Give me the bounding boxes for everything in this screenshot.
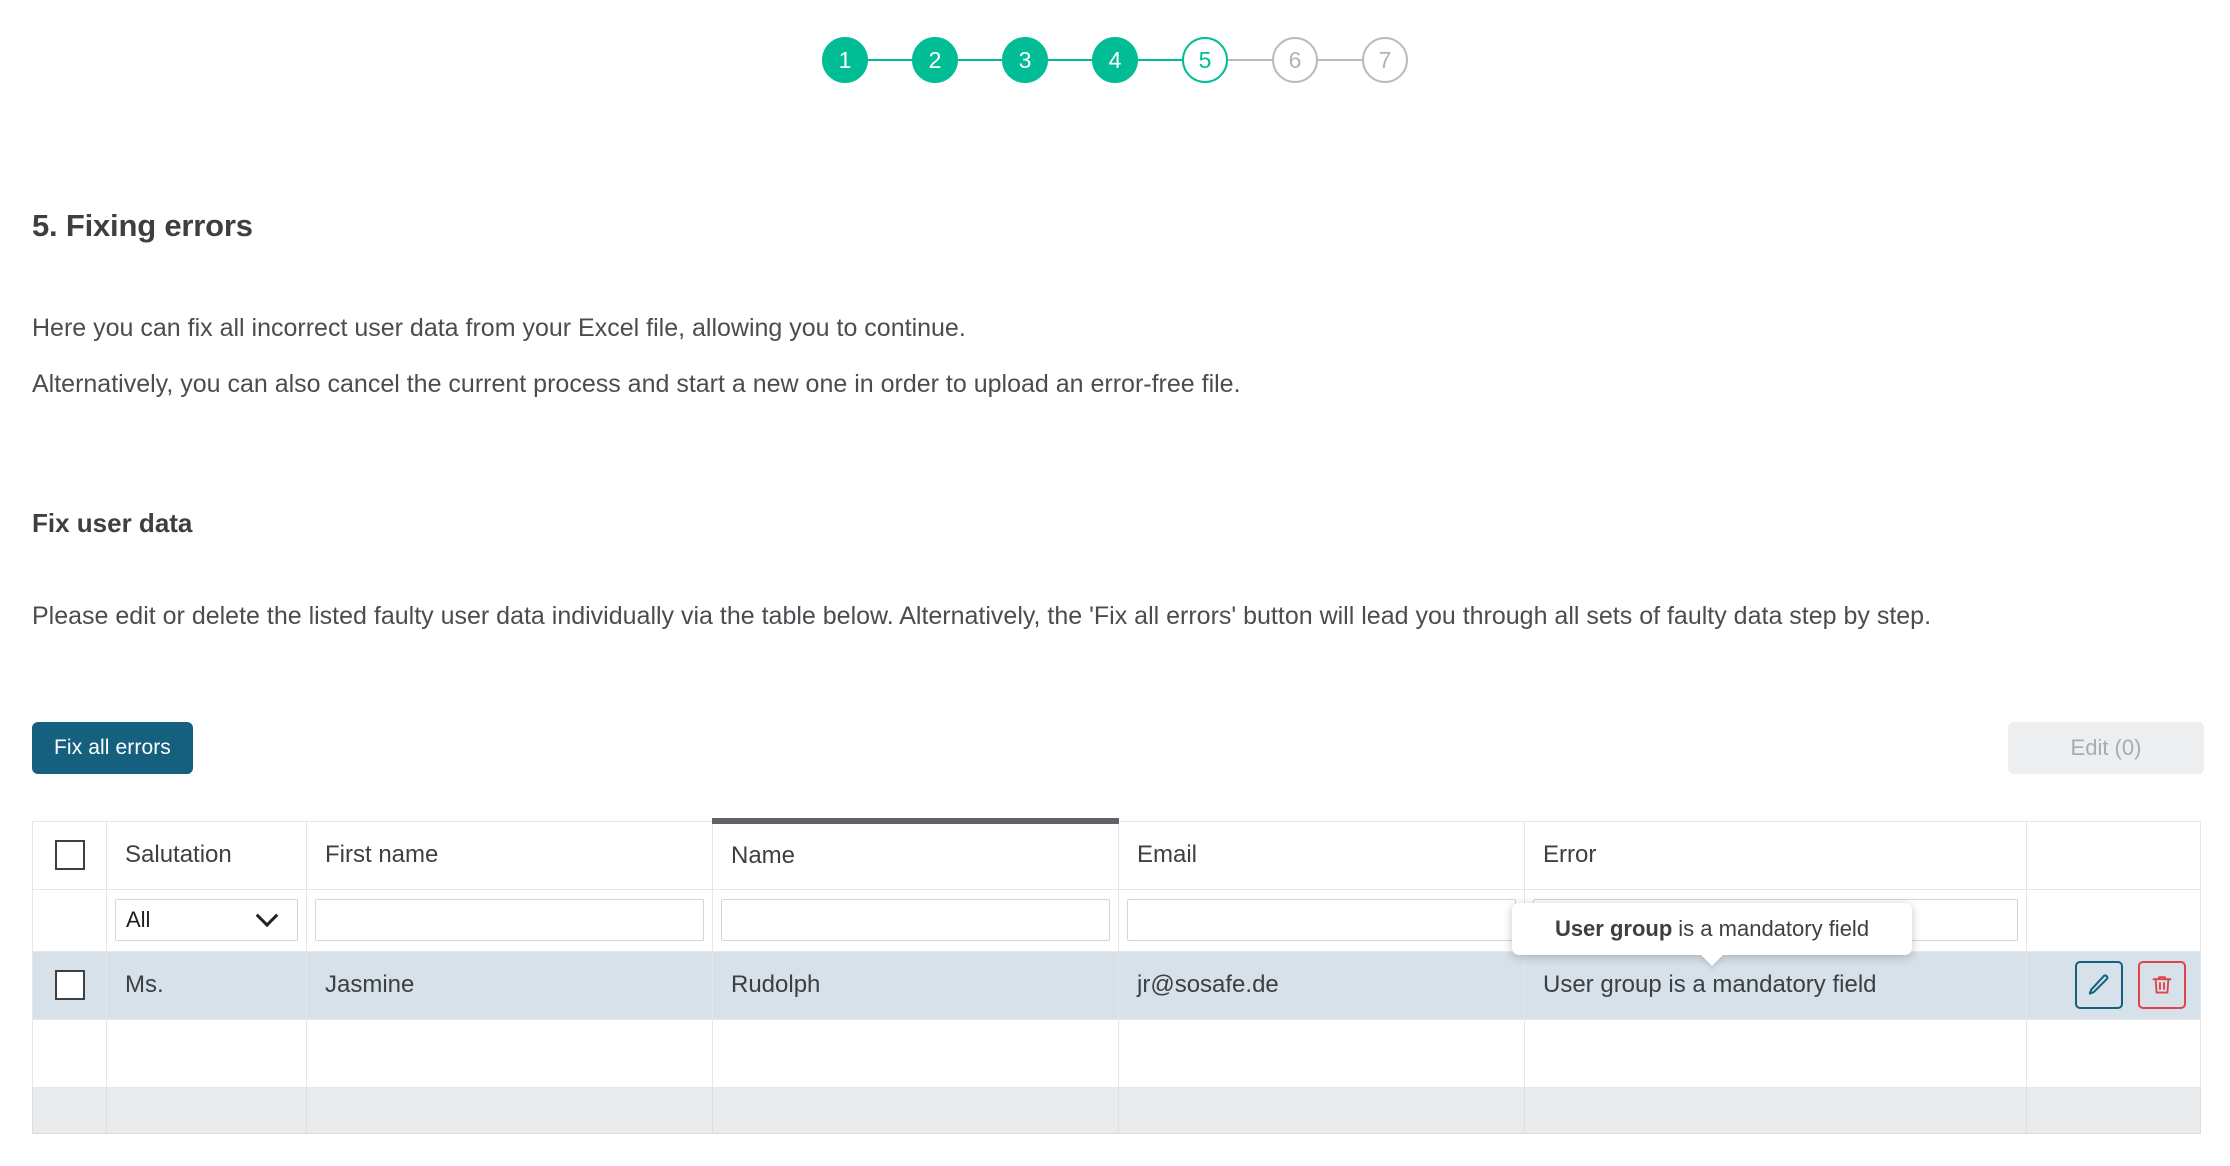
stepper-connector-4 — [1138, 59, 1182, 61]
subsection-title: Fix user data — [32, 508, 192, 539]
stepper-step-5[interactable]: 5 — [1182, 37, 1228, 83]
filter-cell-checkbox — [33, 889, 107, 951]
name-filter-input[interactable] — [721, 899, 1110, 941]
tail-cell-actions — [2027, 1087, 2201, 1133]
filter-cell-actions — [2027, 889, 2201, 951]
cell-actions — [2027, 951, 2201, 1019]
error-tooltip: User group is a mandatory field — [1512, 903, 1912, 955]
empty-cell-first-name — [307, 1019, 713, 1087]
table-row[interactable]: Ms. Jasmine Rudolph jr@sosafe.de User gr… — [33, 951, 2201, 1019]
filter-cell-salutation[interactable]: All — [107, 889, 307, 951]
pencil-icon — [2086, 972, 2112, 998]
first-name-filter-input[interactable] — [315, 899, 704, 941]
column-header-salutation[interactable]: Salutation — [107, 821, 307, 889]
column-header-name[interactable]: Name — [713, 821, 1119, 889]
stepper-connector-5 — [1228, 59, 1272, 61]
cell-error: User group is a mandatory field — [1525, 951, 2027, 1019]
email-filter-input[interactable] — [1127, 899, 1516, 941]
salutation-filter-value: All — [126, 907, 150, 933]
trash-icon — [2150, 973, 2174, 997]
edit-row-button[interactable] — [2075, 961, 2123, 1009]
chevron-down-icon — [256, 904, 279, 927]
column-header-actions — [2027, 821, 2201, 889]
stepper-connector-2 — [958, 59, 1002, 61]
stepper-step-3[interactable]: 3 — [1002, 37, 1048, 83]
stepper-step-6[interactable]: 6 — [1272, 37, 1318, 83]
column-header-error[interactable]: Error — [1525, 821, 2027, 889]
column-header-email[interactable]: Email — [1119, 821, 1525, 889]
stepper-connector-6 — [1318, 59, 1362, 61]
empty-cell-error — [1525, 1019, 2027, 1087]
stepper-step-1[interactable]: 1 — [822, 37, 868, 83]
edit-selected-button[interactable]: Edit (0) — [2008, 722, 2204, 774]
stepper-track: 1234567 — [822, 37, 1408, 83]
intro-line-2: Alternatively, you can also cancel the c… — [32, 369, 1241, 400]
table-header-row: Salutation First name Name Email Error — [33, 821, 2201, 889]
row-select-cell[interactable] — [33, 951, 107, 1019]
stepper-step-4[interactable]: 4 — [1092, 37, 1138, 83]
page-title: 5. Fixing errors — [32, 208, 253, 244]
stepper-connector-3 — [1048, 59, 1092, 61]
select-all-cell[interactable] — [33, 821, 107, 889]
tooltip-rest-text: is a mandatory field — [1678, 916, 1869, 942]
cell-email: jr@sosafe.de — [1119, 951, 1525, 1019]
salutation-filter-select[interactable]: All — [115, 899, 298, 941]
tail-cell-error — [1525, 1087, 2027, 1133]
tail-cell-salutation — [107, 1087, 307, 1133]
empty-cell-checkbox — [33, 1019, 107, 1087]
cell-name: Rudolph — [713, 951, 1119, 1019]
stepper-connector-1 — [868, 59, 912, 61]
empty-cell-actions — [2027, 1019, 2201, 1087]
empty-cell-salutation — [107, 1019, 307, 1087]
subsection-description: Please edit or delete the listed faulty … — [32, 600, 2162, 633]
progress-stepper: 1234567 — [0, 0, 2230, 118]
checkbox-icon[interactable] — [55, 970, 85, 1000]
cell-first-name: Jasmine — [307, 951, 713, 1019]
empty-cell-email — [1119, 1019, 1525, 1087]
filter-cell-name[interactable] — [713, 889, 1119, 951]
table-tail-row — [33, 1087, 2201, 1133]
empty-cell-name — [713, 1019, 1119, 1087]
tail-cell-first-name — [307, 1087, 713, 1133]
intro-line-1: Here you can fix all incorrect user data… — [32, 313, 966, 344]
tail-cell-email — [1119, 1087, 1525, 1133]
filter-cell-first-name[interactable] — [307, 889, 713, 951]
checkbox-icon[interactable] — [55, 840, 85, 870]
column-header-first-name[interactable]: First name — [307, 821, 713, 889]
cell-salutation: Ms. — [107, 951, 307, 1019]
stepper-step-7[interactable]: 7 — [1362, 37, 1408, 83]
tail-cell-checkbox — [33, 1087, 107, 1133]
delete-row-button[interactable] — [2138, 961, 2186, 1009]
filter-cell-email[interactable] — [1119, 889, 1525, 951]
user-data-table: Salutation First name Name Email Error A… — [32, 818, 2200, 1134]
fix-all-errors-button[interactable]: Fix all errors — [32, 722, 193, 774]
tooltip-bold-text: User group — [1555, 916, 1672, 942]
tail-cell-name — [713, 1087, 1119, 1133]
stepper-step-2[interactable]: 2 — [912, 37, 958, 83]
table-empty-row — [33, 1019, 2201, 1087]
